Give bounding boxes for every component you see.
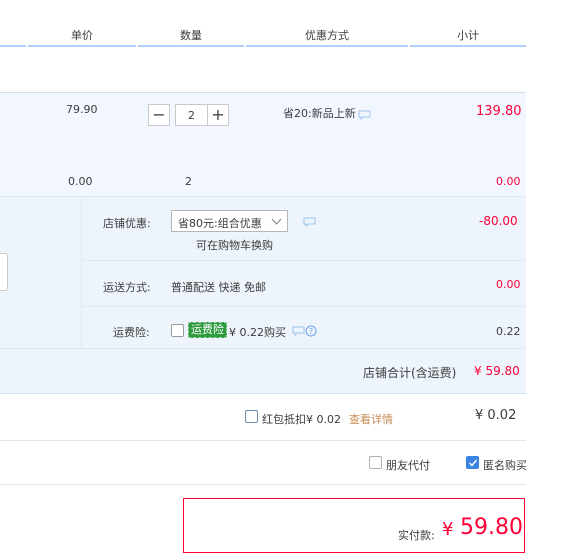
payment-amount: 59.80	[460, 515, 523, 540]
insurance-tag: 运费险	[188, 322, 227, 338]
divider	[0, 484, 526, 485]
store-discount-amount: -80.00	[479, 214, 518, 228]
anonymous-label: 匿名购买	[483, 459, 527, 472]
insurance-price: ¥ 0.22购买	[229, 326, 286, 339]
item-promo-text: 省20:新品上新	[283, 107, 356, 120]
increase-button[interactable]: +	[207, 104, 229, 126]
header-discount: 优惠方式	[305, 29, 349, 42]
shipping-amount: 0.00	[496, 278, 521, 291]
item-unit-price: 79.90	[66, 103, 98, 116]
stepper-separator	[170, 104, 176, 126]
store-discount-label: 店铺优惠:	[103, 217, 151, 230]
shipping-label: 运送方式:	[103, 281, 151, 294]
quantity-input[interactable]: 2	[176, 104, 207, 126]
minus-icon: −	[152, 105, 166, 124]
chevron-down-icon	[271, 218, 282, 225]
gift-unit-price: 0.00	[68, 175, 93, 188]
payment-summary-box: 实付款: ¥ 59.80	[183, 498, 525, 553]
header-subtotal: 小计	[457, 29, 479, 42]
gift-subtotal: 0.00	[496, 175, 521, 188]
insurance-checkbox[interactable]	[171, 324, 184, 337]
divider	[82, 306, 526, 307]
shipping-method: 普通配送 快递 免邮	[171, 281, 266, 294]
chat-bubble-icon[interactable]	[358, 110, 371, 120]
plus-icon: +	[211, 105, 225, 124]
item-subtotal: 139.80	[476, 104, 522, 119]
help-icon[interactable]: ?	[305, 325, 317, 337]
header-unit-price: 单价	[71, 29, 93, 42]
header-underline	[410, 45, 526, 47]
anonymous-checkbox[interactable]	[466, 456, 479, 469]
header-quantity: 数量	[180, 29, 202, 42]
message-box[interactable]	[0, 253, 8, 291]
gift-quantity: 2	[185, 175, 192, 188]
red-packet-amount: ¥ 0.02	[475, 408, 517, 423]
friend-pay-label: 朋友代付	[386, 459, 430, 472]
red-packet-checkbox[interactable]	[245, 410, 258, 423]
panel-divider	[81, 197, 82, 348]
insurance-amount: 0.22	[496, 325, 521, 338]
divider	[0, 393, 526, 394]
header-underline	[246, 45, 408, 47]
decrease-button[interactable]: −	[148, 104, 170, 126]
checkmark-icon	[468, 459, 478, 467]
divider	[0, 348, 526, 349]
header-underline	[138, 45, 244, 47]
payment-currency: ¥	[442, 519, 454, 540]
divider	[0, 440, 526, 441]
chat-bubble-icon[interactable]	[303, 217, 316, 227]
header-underline	[0, 45, 26, 47]
divider	[0, 92, 526, 93]
friend-pay-checkbox[interactable]	[369, 456, 382, 469]
red-packet-label: 红包抵扣¥ 0.02	[262, 413, 341, 426]
store-total-label: 店铺合计(含运费)	[363, 366, 457, 380]
store-discount-note: 可在购物车换购	[196, 239, 273, 252]
store-total-amount: ¥ 59.80	[474, 364, 520, 378]
insurance-label: 运费险:	[113, 326, 150, 339]
header-underline	[28, 45, 136, 47]
store-discount-selected: 省80元:组合优惠	[178, 217, 262, 230]
chat-bubble-icon[interactable]	[292, 326, 305, 336]
store-discount-select[interactable]: 省80元:组合优惠	[171, 210, 288, 232]
red-packet-details-link[interactable]: 查看详情	[349, 411, 393, 427]
payment-label: 实付款:	[398, 529, 435, 542]
svg-text:?: ?	[309, 327, 313, 336]
divider	[82, 260, 526, 261]
